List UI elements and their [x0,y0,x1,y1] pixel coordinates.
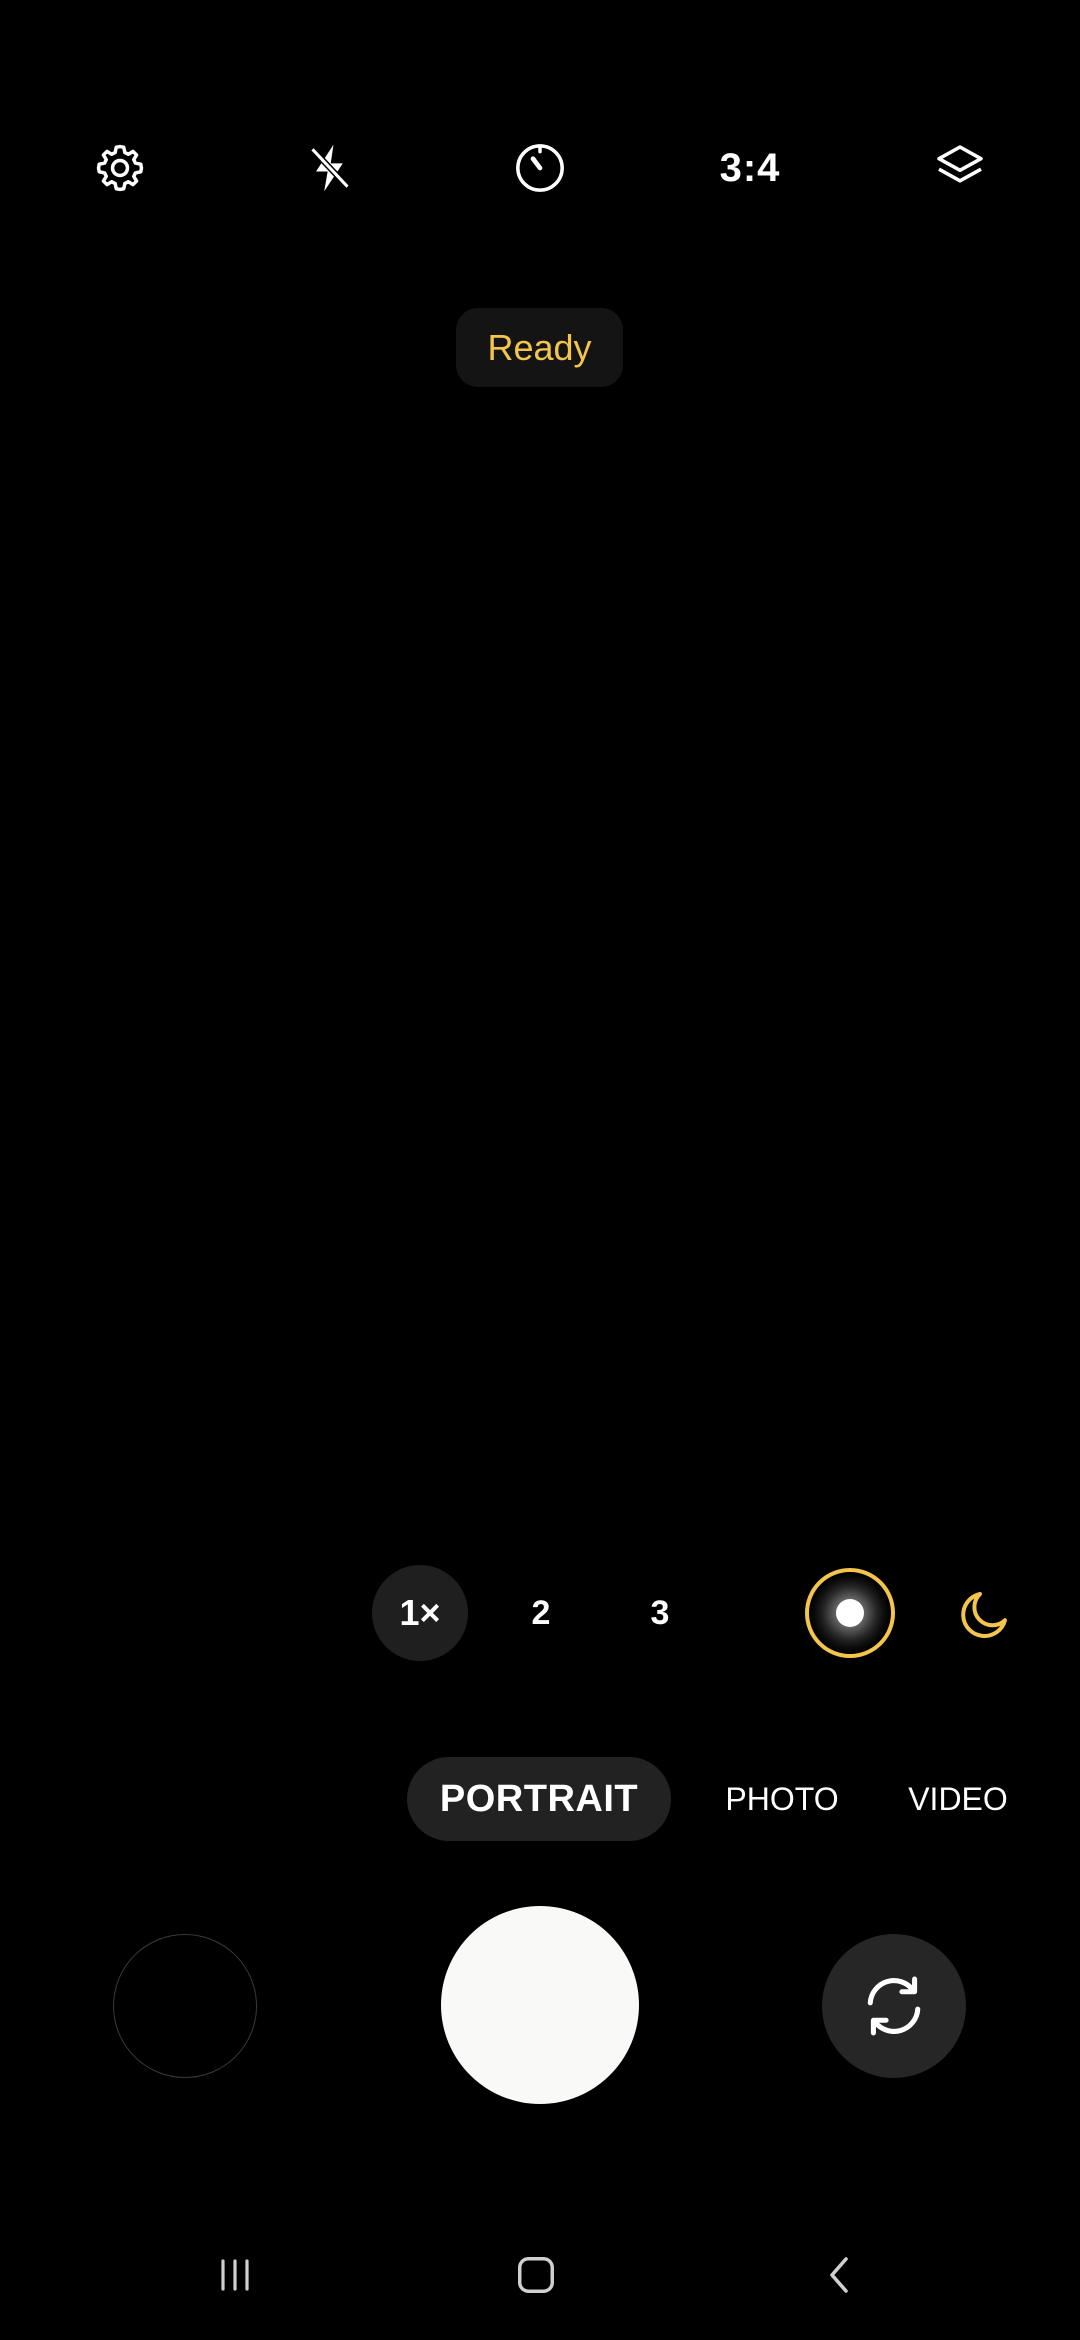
zoom-1x-button[interactable]: 1× [372,1565,468,1661]
timer-icon [516,144,564,192]
layers-icon [937,145,983,183]
status-badge: Ready [456,308,623,387]
mode-photo[interactable]: PHOTO [712,1757,852,1841]
flash-off-icon [310,144,350,192]
gear-icon [96,144,144,192]
timer-button[interactable] [508,136,572,200]
mode-video[interactable]: VIDEO [900,1757,1016,1841]
aspect-ratio-button[interactable]: 3:4 [700,138,800,198]
back-icon [830,2257,848,2293]
recents-button[interactable] [195,2240,275,2310]
night-mode-button[interactable] [955,1584,1015,1644]
moon-icon [961,1592,1007,1638]
flip-camera-button[interactable] [822,1934,966,2078]
recents-icon [221,2259,249,2291]
portrait-effect-icon [836,1599,864,1627]
camera-flip-icon [867,1976,921,2036]
home-button[interactable] [496,2240,576,2310]
zoom-2x-button[interactable]: 2 [493,1565,589,1661]
mode-portrait[interactable]: PORTRAIT [407,1757,671,1841]
back-button[interactable] [800,2240,880,2310]
portrait-effect-button[interactable] [805,1568,895,1658]
gallery-thumbnail[interactable] [113,1934,257,2078]
home-icon [518,2257,554,2293]
settings-button[interactable] [88,136,152,200]
zoom-3x-button[interactable]: 3 [612,1565,708,1661]
flash-button[interactable] [298,136,362,200]
filters-button[interactable] [928,136,992,200]
shutter-button[interactable] [441,1906,639,2104]
